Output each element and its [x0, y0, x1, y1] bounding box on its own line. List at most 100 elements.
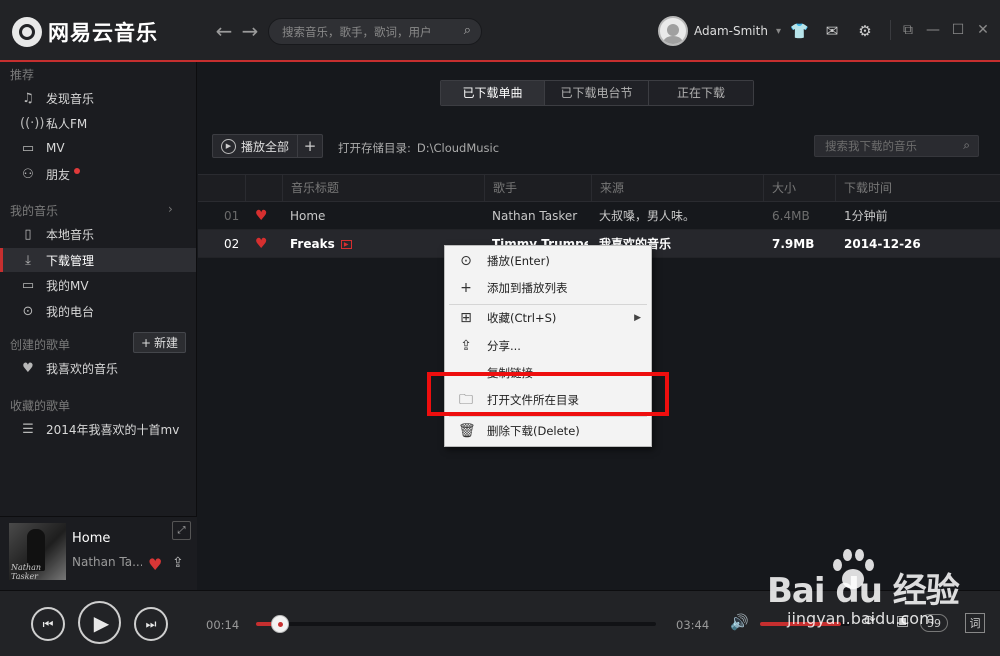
now-playing-title[interactable]: Home — [72, 531, 110, 546]
volume-icon[interactable]: 🔊 — [730, 613, 749, 631]
playlist-count-badge[interactable]: 59 — [920, 614, 948, 632]
search-input[interactable] — [282, 24, 452, 40]
mv-icon: ▭ — [21, 140, 35, 156]
lyric-label: 词 — [969, 617, 981, 630]
chevron-right-icon[interactable]: › — [168, 202, 173, 216]
play-mode-icon[interactable]: ⟳ — [864, 613, 876, 629]
song-title[interactable]: Home — [290, 202, 480, 230]
play-all-label: 播放全部 — [241, 139, 290, 154]
menu-item-collect[interactable]: ⊞ 收藏(Ctrl+S) ▶ — [445, 305, 651, 331]
download-icon: ⤓ — [25, 252, 31, 268]
song-source[interactable]: 大叔嗓，男人味。 — [599, 202, 759, 230]
progress-slider[interactable] — [256, 615, 656, 633]
row-number: 02 — [224, 237, 240, 251]
sidebar-item-friends[interactable]: ⚇ 朋友 — [0, 162, 196, 186]
lyric-button[interactable]: 词 — [965, 613, 985, 633]
sidebar-item-liked-music[interactable]: ♥ 我喜欢的音乐 — [0, 356, 196, 380]
sidebar: 推荐 ♫ 发现音乐 ((·)) 私人FM ▭ MV ⚇ 朋友 我的音乐 › ▯ … — [0, 62, 197, 590]
storage-dir-path[interactable]: D:\CloudMusic — [417, 141, 499, 155]
skip-forward-icon: ⏭ — [145, 616, 157, 631]
song-title[interactable]: Freaks — [290, 237, 335, 251]
menu-item-label: 播放(Enter) — [487, 254, 550, 268]
row-number: 01 — [224, 209, 240, 223]
lyrics-display-icon[interactable]: ▣ — [896, 613, 909, 629]
cover-signature: Nathan Tasker — [11, 563, 42, 581]
sidebar-item-label: 下载管理 — [46, 253, 95, 268]
volume-fill — [760, 622, 841, 626]
avatar[interactable] — [658, 16, 688, 46]
mv-icon[interactable]: ▶ — [340, 240, 352, 249]
username[interactable]: Adam-Smith — [694, 24, 768, 38]
local-search: ⌕ — [814, 135, 979, 157]
user-menu[interactable]: Adam-Smith ▾ — [658, 16, 781, 46]
list-toolbar: ▶ 播放全部 + 打开存储目录: D:\CloudMusic ⌕ — [198, 132, 1000, 162]
search-icon[interactable]: ⌕ — [464, 23, 471, 38]
sidebar-item-label: 发现音乐 — [46, 91, 95, 106]
share-icon[interactable]: ⇪ — [172, 555, 184, 571]
search-icon[interactable]: ⌕ — [963, 138, 970, 153]
local-search-input[interactable] — [825, 139, 955, 153]
play-all-button[interactable]: ▶ 播放全部 — [213, 135, 299, 157]
app-logo[interactable]: 网易云音乐 — [12, 17, 158, 47]
back-arrow-icon[interactable]: ← — [214, 20, 234, 42]
sidebar-item-collected-playlist[interactable]: ☰ 2014年我喜欢的十首mv — [0, 417, 196, 441]
add-all-button[interactable]: + — [298, 137, 322, 155]
now-playing-panel: Nathan Tasker Home Nathan Ta... ⤢ ♥ ⇪ — [0, 516, 197, 590]
next-track-button[interactable]: ⏭ — [134, 607, 168, 641]
gear-icon[interactable]: ⚙ — [856, 22, 874, 40]
col-time[interactable]: 下载时间 — [835, 175, 1000, 202]
player-bar: ⏮ ▶ ⏭ 00:14 03:44 🔊 ⟳ ▣ 59 词 — [0, 590, 1000, 656]
top-bar: 网易云音乐 ← → ⌕ Adam-Smith ▾ 👕 ✉ ⚙ ⧉ — ☐ ✕ — [0, 0, 1000, 62]
sidebar-item-label: 朋友 — [46, 167, 71, 182]
col-size[interactable]: 大小 — [763, 175, 835, 202]
progress-handle[interactable] — [271, 615, 289, 633]
sidebar-item-local-music[interactable]: ▯ 本地音乐 — [0, 222, 196, 246]
album-cover[interactable]: Nathan Tasker — [9, 523, 66, 581]
sidebar-item-my-radio[interactable]: ⊙ 我的电台 — [0, 299, 196, 323]
menu-item-play[interactable]: ⊙ 播放(Enter) — [445, 248, 651, 274]
tab-downloading[interactable]: 正在下载 — [649, 81, 753, 105]
heart-icon[interactable]: ♥ — [255, 202, 268, 230]
sidebar-item-discover[interactable]: ♫ 发现音乐 — [0, 86, 196, 110]
storage-dir: 打开存储目录: D:\CloudMusic — [338, 140, 499, 156]
sidebar-item-mv[interactable]: ▭ MV — [0, 136, 196, 160]
skip-back-icon: ⏮ — [42, 616, 54, 631]
previous-track-button[interactable]: ⏮ — [31, 607, 65, 641]
menu-item-share[interactable]: ⇪ 分享... — [445, 333, 651, 359]
expand-icon[interactable]: ⤢ — [172, 521, 191, 540]
skin-icon[interactable]: 👕 — [790, 22, 809, 40]
heart-icon[interactable]: ♥ — [255, 230, 268, 258]
minimize-icon[interactable]: — — [925, 22, 941, 38]
local-music-icon: ▯ — [24, 226, 32, 242]
chevron-down-icon[interactable]: ▾ — [776, 26, 781, 37]
sidebar-item-downloads[interactable]: ⤓ 下载管理 — [0, 248, 196, 272]
sidebar-item-my-mv[interactable]: ▭ 我的MV — [0, 273, 196, 297]
playlist-count: 59 — [927, 616, 941, 630]
col-source[interactable]: 来源 — [591, 175, 758, 202]
mail-icon[interactable]: ✉ — [823, 22, 841, 40]
close-icon[interactable]: ✕ — [975, 22, 991, 38]
new-playlist-button[interactable]: + 新建 — [133, 332, 186, 353]
col-title[interactable]: 音乐标题 — [282, 175, 484, 202]
col-artist[interactable]: 歌手 — [484, 175, 591, 202]
play-circle-icon: ▶ — [221, 138, 236, 154]
sidebar-item-fm[interactable]: ((·)) 私人FM — [0, 111, 196, 135]
tab-downloaded-songs[interactable]: 已下载单曲 — [441, 81, 545, 105]
storage-dir-label[interactable]: 打开存储目录: — [338, 141, 411, 155]
download-tabs: 已下载单曲 已下载电台节目 正在下载 — [440, 80, 754, 106]
play-button[interactable]: ▶ — [78, 601, 121, 644]
menu-item-delete-download[interactable]: 🗑 删除下载(Delete) — [445, 418, 651, 444]
heart-icon[interactable]: ♥ — [148, 555, 162, 574]
mini-mode-icon[interactable]: ⧉ — [900, 22, 916, 38]
tab-downloaded-radio[interactable]: 已下载电台节目 — [545, 81, 649, 105]
menu-item-add-to-playlist[interactable]: + 添加到播放列表 — [445, 275, 651, 301]
menu-item-label: 分享... — [487, 339, 521, 353]
music-note-icon: ♫ — [22, 90, 34, 106]
song-artist[interactable]: Nathan Tasker — [492, 202, 588, 230]
now-playing-artist[interactable]: Nathan Ta... — [72, 555, 142, 569]
forward-arrow-icon[interactable]: → — [240, 20, 260, 42]
table-row[interactable]: 01 ♥ Home Nathan Tasker 大叔嗓，男人味。 6.4MB 1… — [198, 202, 1000, 230]
menu-item-label: 删除下载(Delete) — [487, 424, 580, 438]
maximize-icon[interactable]: ☐ — [950, 22, 966, 38]
volume-slider[interactable] — [760, 622, 850, 626]
